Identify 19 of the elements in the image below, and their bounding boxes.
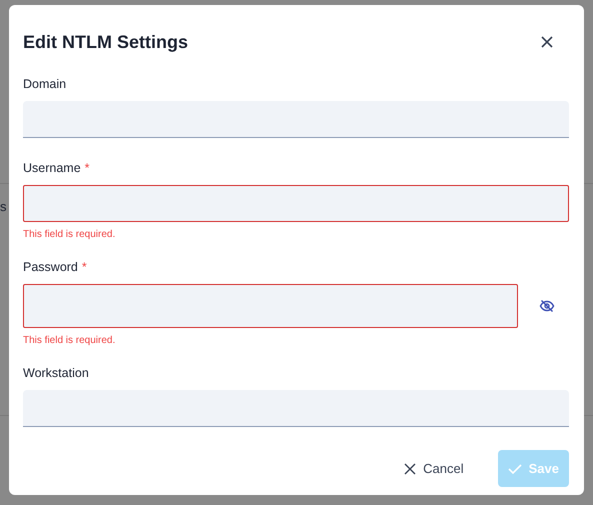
check-icon [508,462,522,474]
cancel-button[interactable]: Cancel [394,450,474,487]
required-asterisk: * [84,161,90,177]
eye-slash-icon[interactable] [539,298,555,314]
input-field[interactable] [23,101,569,138]
error-message: This field is required. [23,229,116,240]
input-field[interactable] [23,390,569,427]
close-icon[interactable] [540,35,554,49]
field-label: Domain [23,77,66,93]
required-asterisk: * [82,260,87,276]
field-label: Password [23,260,78,276]
input-field[interactable] [23,185,569,222]
input-field[interactable] [23,284,518,328]
close-icon [404,462,416,474]
field-label: Workstation [23,366,89,382]
field-label: Username [23,161,81,177]
background-text: s [0,199,6,214]
error-message: This field is required. [23,335,116,346]
dialog-title: Edit NTLM Settings [23,32,188,52]
